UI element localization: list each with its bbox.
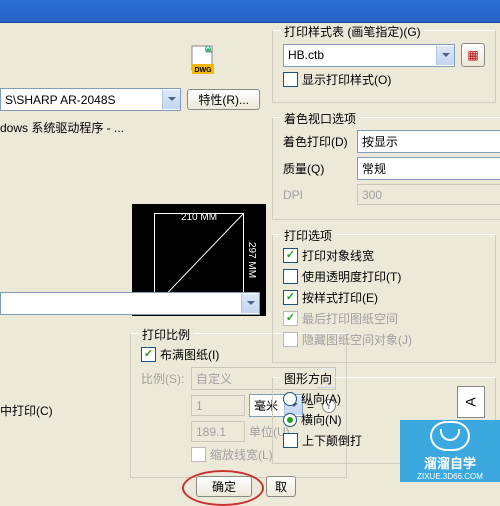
chevron-down-icon — [436, 46, 454, 65]
upside-down-label: 上下颠倒打 — [302, 432, 362, 449]
fit-to-paper-label: 布满图纸(I) — [160, 346, 219, 363]
hide-paperspace-label: 隐藏图纸空间对象(J) — [302, 331, 412, 348]
fit-to-paper-checkbox[interactable] — [141, 347, 156, 362]
hide-paperspace-checkbox — [283, 332, 298, 347]
style-table-dropdown[interactable]: HB.ctb — [283, 44, 455, 67]
watermark-name: 溜溜自学 — [424, 453, 476, 472]
paperspace-last-label: 最后打印图纸空间 — [302, 310, 398, 327]
paper-units-input — [191, 395, 245, 416]
scale-lineweights-checkbox — [191, 447, 206, 462]
svg-text:DWG: DWG — [194, 67, 212, 74]
display-styles-checkbox[interactable] — [283, 72, 298, 87]
group-title-options: 打印选项 — [281, 227, 335, 244]
scale-lineweights-label: 缩放线宽(L) — [210, 446, 273, 463]
transparency-checkbox[interactable] — [283, 269, 298, 284]
paperspace-last-checkbox — [283, 311, 298, 326]
scale-label: 比例(S): — [141, 370, 191, 387]
printer-description: dows 系统驱动程序 - ... — [0, 111, 268, 136]
transparency-label: 使用透明度打印(T) — [302, 268, 401, 285]
portrait-label: 纵向(A) — [301, 390, 341, 407]
group-title-orientation: 图形方向 — [281, 370, 335, 387]
group-title-styletable: 打印样式表 (画笔指定)(G) — [281, 23, 424, 40]
watermark-logo-icon — [430, 421, 470, 451]
shade-plot-dropdown[interactable]: 按显示 — [357, 130, 500, 153]
portrait-radio[interactable] — [283, 392, 297, 406]
edit-style-button[interactable]: ▦ — [461, 43, 485, 67]
lineweights-checkbox[interactable] — [283, 248, 298, 263]
properties-button[interactable]: 特性(R)... — [187, 89, 260, 110]
chevron-down-icon — [241, 294, 259, 313]
plot-with-styles-label: 按样式打印(E) — [302, 289, 378, 306]
orientation-icon: A — [457, 386, 485, 418]
cancel-button[interactable]: 取 — [266, 476, 296, 497]
center-plot-label: 中打印(C) — [0, 404, 53, 418]
watermark: 溜溜自学 ZIXUE.3D66.COM — [400, 420, 500, 482]
lineweights-label: 打印对象线宽 — [302, 247, 374, 264]
upside-down-checkbox[interactable] — [283, 433, 298, 448]
landscape-label: 横向(N) — [301, 411, 342, 428]
watermark-url: ZIXUE.3D66.COM — [417, 472, 483, 481]
plot-with-styles-checkbox[interactable] — [283, 290, 298, 305]
landscape-radio[interactable] — [283, 413, 297, 427]
chevron-down-icon — [162, 90, 180, 109]
group-title-scale: 打印比例 — [139, 326, 193, 343]
dpi-input — [357, 184, 500, 205]
dwg-file-icon: DWG — [186, 44, 218, 76]
quality-label: 质量(Q) — [283, 160, 357, 177]
plot-area-dropdown[interactable] — [0, 292, 260, 315]
group-title-shaded: 着色视口选项 — [281, 110, 359, 127]
display-styles-label: 显示打印样式(O) — [302, 71, 391, 88]
titlebar[interactable] — [0, 0, 500, 23]
shade-plot-label: 着色打印(D) — [283, 133, 357, 150]
drawing-units-input — [191, 421, 245, 442]
printer-name-dropdown[interactable]: S\SHARP AR-2048S — [0, 88, 181, 111]
ok-button[interactable]: 确定 — [196, 476, 252, 497]
quality-dropdown[interactable]: 常规 — [357, 157, 500, 180]
preview-height-label: 297 MM — [246, 242, 257, 278]
dpi-label: DPI — [283, 188, 357, 202]
